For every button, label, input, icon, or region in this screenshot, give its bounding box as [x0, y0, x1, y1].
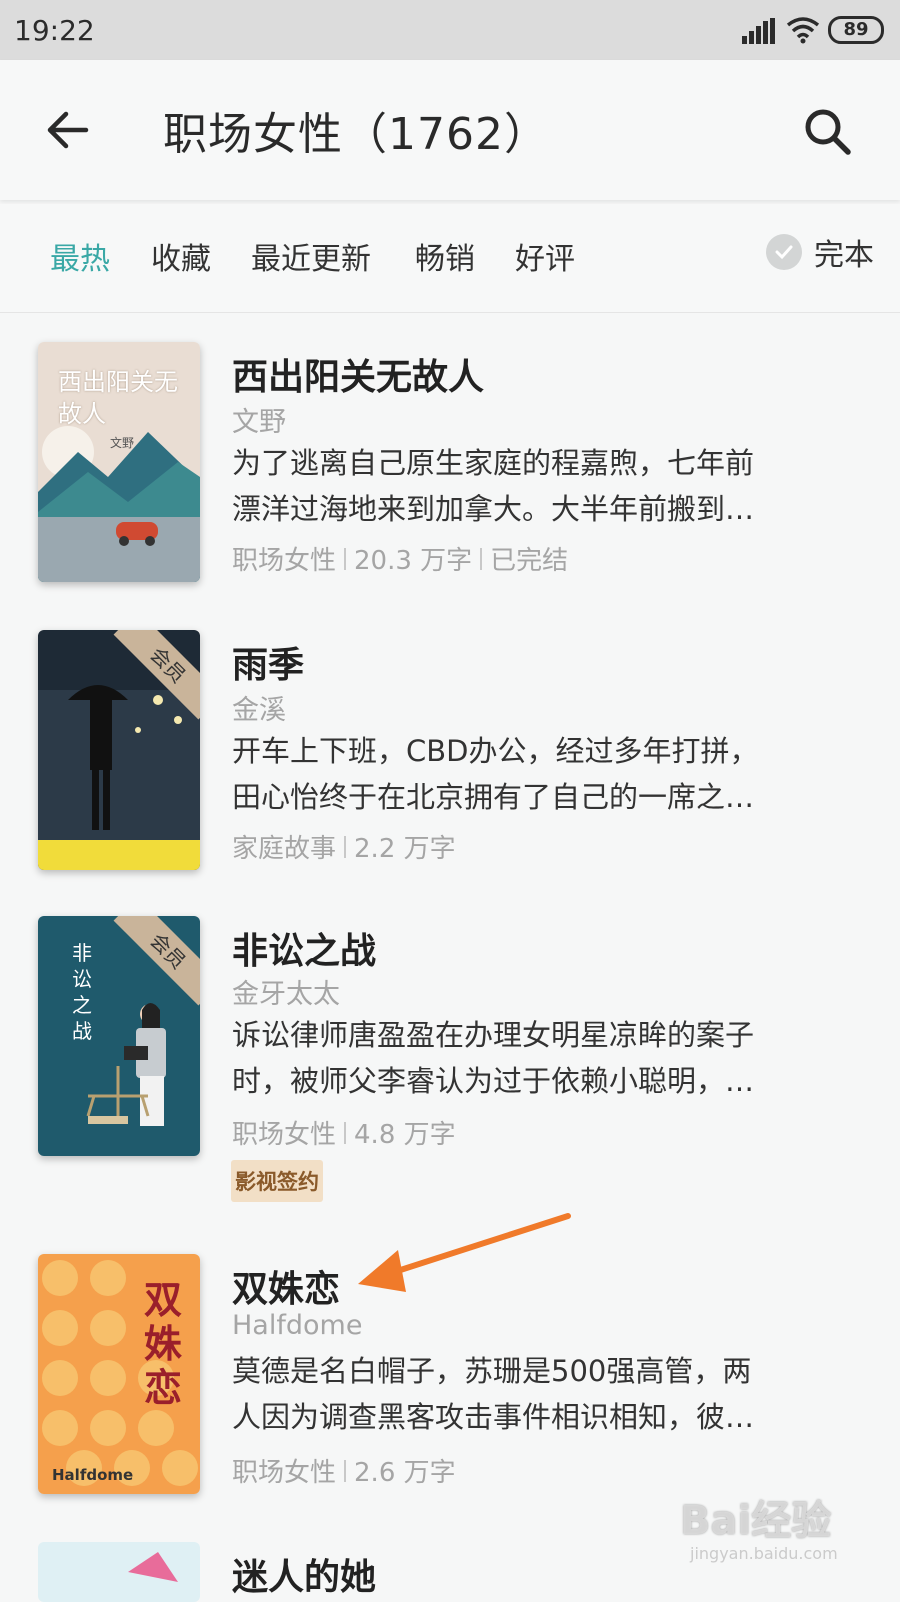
- meta-separator: [344, 547, 347, 570]
- film-adaptation-badge: 影视签约: [231, 1160, 323, 1202]
- book-description-line: 开车上下班，CBD办公，经过多年打拼，: [232, 734, 759, 768]
- tab-bestselling[interactable]: 畅销: [415, 234, 475, 278]
- cover-art: [38, 1542, 200, 1602]
- book-title[interactable]: 西出阳关无故人: [232, 348, 484, 400]
- book-description-line: 时，被师父李睿认为过于依赖小聪明，…: [232, 1064, 755, 1098]
- book-description: 莫德是名白帽子，苏珊是500强高管，两 人因为调查黑客攻击事件相识相知，彼…: [232, 1348, 862, 1440]
- book-meta: 职场女性 20.3 万字 已完结: [232, 540, 568, 577]
- book-cover[interactable]: 非讼之战 会员: [38, 916, 200, 1156]
- book-title[interactable]: 双姝恋: [232, 1260, 340, 1312]
- meta-separator: [344, 1459, 347, 1482]
- sort-tabs: 最热 收藏 最近更新 畅销 好评 完本: [0, 204, 900, 313]
- watermark-url: jingyan.baidu.com: [690, 1544, 838, 1563]
- book-description-line: 为了逃离自己原生家庭的程嘉煦，七年前: [232, 446, 755, 480]
- check-icon: [766, 234, 802, 270]
- book-status: 已完结: [490, 546, 569, 576]
- book-cover[interactable]: [38, 1542, 200, 1602]
- book-word-count: 2.6 万字: [354, 1458, 456, 1488]
- book-category: 职场女性: [232, 1120, 337, 1150]
- book-meta: 职场女性 4.8 万字: [232, 1114, 456, 1151]
- meta-separator: [480, 547, 483, 570]
- annotation-arrow-icon: [358, 1213, 571, 1292]
- book-description-line: 田心怡终于在北京拥有了自己的一席之…: [232, 780, 755, 814]
- cover-title: 双姝恋: [144, 1278, 183, 1410]
- book-description-line: 人因为调查黑客攻击事件相识相知，彼…: [232, 1400, 755, 1434]
- book-word-count: 4.8 万字: [354, 1120, 456, 1150]
- book-description-line: 漂洋过海地来到加拿大。大半年前搬到…: [232, 492, 755, 526]
- tab-recently-updated[interactable]: 最近更新: [251, 234, 371, 278]
- book-category: 家庭故事: [232, 834, 337, 864]
- back-arrow-icon[interactable]: [44, 108, 92, 152]
- book-description: 开车上下班，CBD办公，经过多年打拼， 田心怡终于在北京拥有了自己的一席之…: [232, 728, 862, 820]
- book-author: 金溪: [232, 695, 286, 726]
- wifi-icon: [786, 17, 820, 44]
- tab-top-rated[interactable]: 好评: [515, 234, 575, 278]
- book-meta: 职场女性 2.6 万字: [232, 1452, 456, 1489]
- search-icon[interactable]: [800, 104, 856, 160]
- book-cover[interactable]: 双姝恋 Halfdome: [38, 1254, 200, 1494]
- tab-hottest[interactable]: 最热: [50, 234, 110, 278]
- book-author: 金牙太太: [232, 979, 340, 1010]
- book-description: 为了逃离自己原生家庭的程嘉煦，七年前 漂洋过海地来到加拿大。大半年前搬到…: [232, 440, 862, 532]
- status-bar: 19:22 89: [0, 0, 900, 60]
- signal-icon: [742, 18, 775, 44]
- tab-favorites[interactable]: 收藏: [151, 234, 211, 278]
- status-time: 19:22: [14, 14, 95, 47]
- book-description: 诉讼律师唐盈盈在办理女明星凉眸的案子 时，被师父李睿认为过于依赖小聪明，…: [232, 1012, 862, 1104]
- book-cover[interactable]: 会员: [38, 630, 200, 870]
- cover-title: 非讼之战: [72, 941, 92, 1043]
- book-cover[interactable]: 西出阳关无故人 文野: [38, 342, 200, 582]
- book-title[interactable]: 雨季: [232, 636, 304, 688]
- battery-indicator: 89: [828, 16, 884, 44]
- meta-separator: [344, 1121, 347, 1144]
- book-title[interactable]: 迷人的她: [232, 1548, 376, 1600]
- book-author: 文野: [232, 407, 286, 438]
- cover-author: Halfdome: [52, 1466, 134, 1484]
- watermark-logo: Bai经验: [680, 1498, 832, 1544]
- book-category: 职场女性: [232, 546, 337, 576]
- cover-title: 西出阳关无故人: [58, 368, 178, 428]
- meta-separator: [344, 835, 347, 858]
- book-author: Halfdome: [232, 1310, 363, 1341]
- book-meta: 家庭故事 2.2 万字: [232, 828, 456, 865]
- cover-author: 文野: [110, 436, 135, 450]
- book-description-line: 莫德是名白帽子，苏珊是500强高管，两: [232, 1354, 752, 1388]
- book-category: 职场女性: [232, 1458, 337, 1488]
- book-description-line: 诉讼律师唐盈盈在办理女明星凉眸的案子: [232, 1018, 755, 1052]
- baidu-watermark: Bai经验 jingyan.baidu.com: [680, 1488, 880, 1588]
- book-word-count: 2.2 万字: [354, 834, 456, 864]
- app-header: 职场女性（1762）: [0, 60, 900, 200]
- finished-filter-label: 完本: [814, 238, 874, 273]
- page-title: 职场女性（1762）: [163, 109, 549, 160]
- book-word-count: 20.3 万字: [354, 546, 473, 576]
- finished-filter-toggle[interactable]: 完本: [766, 230, 874, 274]
- book-title[interactable]: 非讼之战: [232, 922, 376, 974]
